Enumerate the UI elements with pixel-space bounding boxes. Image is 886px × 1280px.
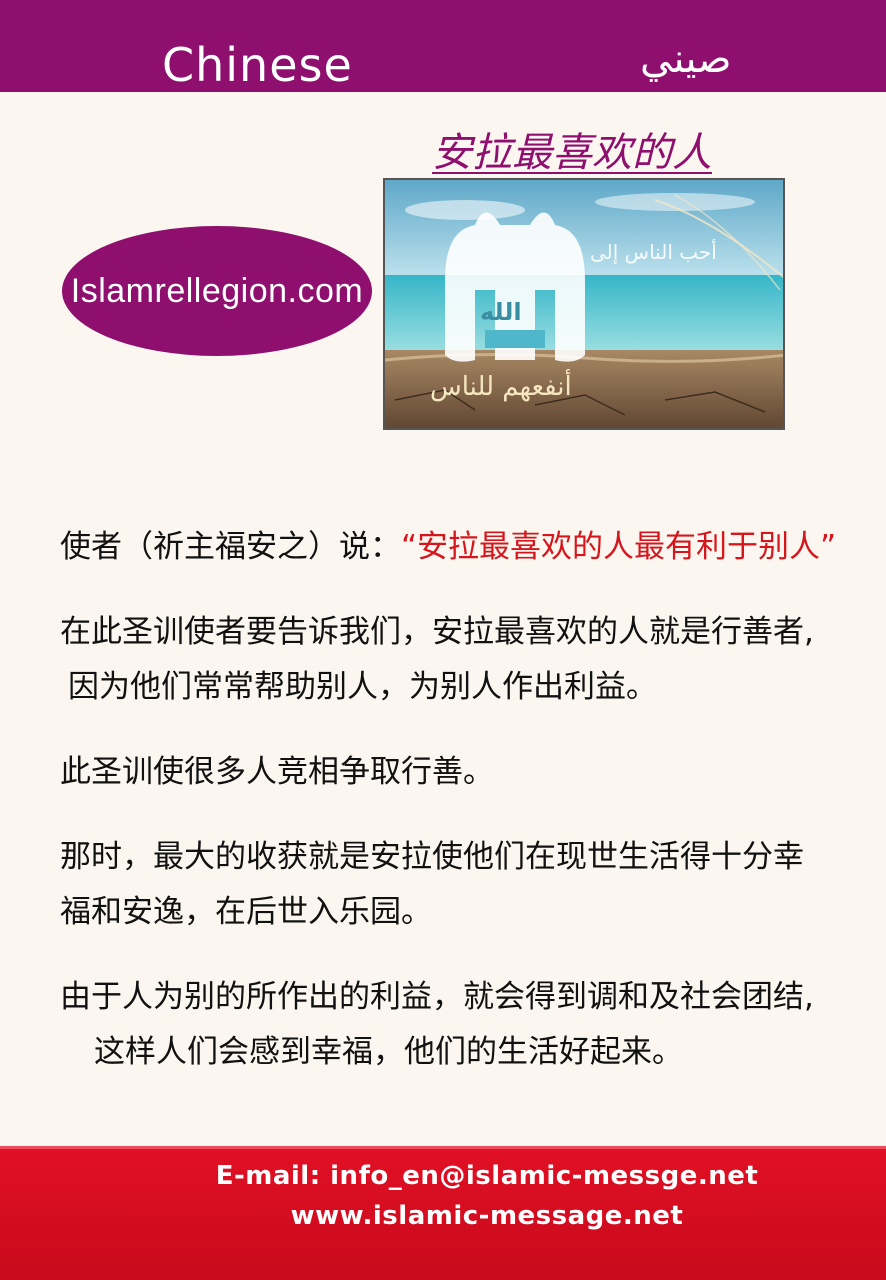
calligraphy-image: أحب الناس إلى الله أنفعهم للناس [383, 178, 785, 430]
hadith-prefix: 使者（祈主福安之）说： [60, 529, 401, 565]
explanation-line-1: 在此圣训使者要告诉我们，安拉最喜欢的人就是行善者, [60, 614, 814, 650]
language-label-arabic: صيني [640, 36, 732, 82]
page-title: 安拉最喜欢的人 [432, 130, 712, 176]
society-line-1: 由于人为别的所作出的利益，就会得到调和及社会团结, [60, 979, 814, 1015]
explanation-line-2: 因为他们常常帮助别人，为别人作出利益。 [68, 669, 657, 705]
site-badge-text: Islamrellegion.com [70, 271, 364, 310]
reward-line-2: 福和安逸，在后世入乐园。 [60, 894, 432, 930]
language-label-english: Chinese [162, 38, 353, 92]
image-arabic-bottom: أنفعهم للناس [430, 372, 572, 402]
footer-bar: E-mail: info_en@islamic-messge.net www.i… [0, 1146, 886, 1280]
image-arabic-center: الله [480, 298, 522, 326]
paragraph-encouragement: 此圣训使很多人竞相争取行善。 [60, 754, 494, 790]
paragraph-reward: 那时，最大的收获就是安拉使他们在现世生活得十分幸 福和安逸，在后世入乐园。 [60, 830, 860, 940]
header-bar: Chinese صيني [0, 0, 886, 92]
footer-website: www.islamic-message.net [290, 1201, 684, 1231]
hadith-quote: “安拉最喜欢的人最有利于别人” [401, 529, 837, 565]
society-line-2: 这样人们会感到幸福，他们的生活好起来。 [94, 1034, 683, 1070]
image-arabic-top: أحب الناس إلى [590, 240, 717, 264]
article-body: 使者（祈主福安之）说：“安拉最喜欢的人最有利于别人” 在此圣训使者要告诉我们，安… [60, 520, 860, 1110]
paragraph-society: 由于人为别的所作出的利益，就会得到调和及社会团结, 这样人们会感到幸福，他们的生… [60, 970, 860, 1080]
footer-email: E-mail: info_en@islamic-messge.net [215, 1161, 759, 1191]
reward-line-1: 那时，最大的收获就是安拉使他们在现世生活得十分幸 [60, 839, 804, 875]
paragraph-explanation: 在此圣训使者要告诉我们，安拉最喜欢的人就是行善者, 因为他们常常帮助别人，为别人… [60, 605, 860, 715]
paragraph-hadith: 使者（祈主福安之）说：“安拉最喜欢的人最有利于别人” [60, 520, 860, 575]
site-badge: Islamrellegion.com [62, 226, 372, 356]
